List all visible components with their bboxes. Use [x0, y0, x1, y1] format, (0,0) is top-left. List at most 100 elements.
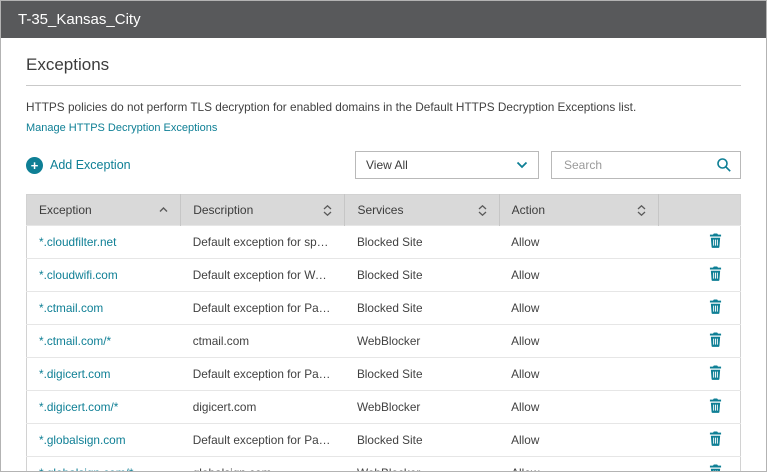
chevron-down-icon — [516, 161, 528, 169]
exception-link[interactable]: *.globalsign.com — [39, 433, 126, 447]
plus-circle-icon: + — [26, 156, 43, 174]
page: T-35_Kansas_City Exceptions HTTPS polici… — [0, 0, 767, 472]
description-cell: digicert.com — [180, 390, 345, 424]
trash-icon — [709, 464, 722, 471]
row-actions-cell — [658, 357, 741, 391]
action-cell: Allow — [499, 357, 659, 391]
services-cell: Blocked Site — [344, 291, 500, 325]
exception-cell: *.ctmail.com/* — [26, 324, 181, 358]
table-row: *.cloudwifi.com Default exception for Wat… — [26, 258, 741, 292]
add-exception-button[interactable]: + Add Exception — [26, 156, 131, 174]
column-header-description[interactable]: Description — [180, 194, 345, 226]
row-actions-cell — [658, 456, 741, 471]
exception-link[interactable]: *.cloudwifi.com — [39, 268, 118, 282]
exception-cell: *.globalsign.com/* — [26, 456, 181, 471]
delete-exception-button[interactable] — [709, 431, 722, 446]
column-header-actions-empty — [657, 194, 741, 226]
delete-exception-button[interactable] — [709, 233, 722, 248]
trash-icon — [709, 332, 722, 347]
trash-icon — [709, 365, 722, 380]
exception-cell: *.ctmail.com — [26, 291, 181, 325]
table-header-row: Exception Description Services Action — [26, 194, 741, 226]
description-cell: ctmail.com — [180, 324, 345, 358]
services-cell: WebBlocker — [344, 456, 500, 471]
exceptions-table: Exception Description Services Action *.… — [26, 194, 741, 471]
description-cell: Default exception for Wat... — [180, 258, 345, 292]
delete-exception-button[interactable] — [709, 266, 722, 281]
delete-exception-button[interactable] — [709, 332, 722, 347]
action-cell: Allow — [499, 225, 659, 259]
table-row: *.cloudfilter.net Default exception for s… — [26, 225, 741, 259]
description-cell: Default exception for Pan... — [180, 357, 345, 391]
exception-cell: *.cloudfilter.net — [26, 225, 181, 259]
trash-icon — [709, 233, 722, 248]
page-title: T-35_Kansas_City — [18, 11, 141, 28]
action-cell: Allow — [499, 258, 659, 292]
services-cell: Blocked Site — [344, 258, 500, 292]
sort-both-icon — [478, 204, 487, 216]
action-cell: Allow — [499, 456, 659, 471]
table-row: *.digicert.com Default exception for Pan.… — [26, 357, 741, 391]
action-cell: Allow — [499, 390, 659, 424]
exception-link[interactable]: *.ctmail.com — [39, 301, 103, 315]
exception-link[interactable]: *.digicert.com/* — [39, 400, 118, 414]
services-cell: Blocked Site — [344, 357, 500, 391]
delete-exception-button[interactable] — [709, 398, 722, 413]
manage-exceptions-link[interactable]: Manage HTTPS Decryption Exceptions — [26, 122, 217, 134]
delete-exception-button[interactable] — [709, 299, 722, 314]
content-area: Exceptions HTTPS policies do not perform… — [1, 55, 766, 471]
window-title-bar: T-35_Kansas_City — [1, 1, 766, 38]
services-cell: WebBlocker — [344, 390, 500, 424]
column-header-services[interactable]: Services — [344, 194, 500, 226]
table-row: *.globalsign.com Default exception for Pa… — [26, 423, 741, 457]
exception-link[interactable]: *.cloudfilter.net — [39, 235, 116, 249]
delete-exception-button[interactable] — [709, 365, 722, 380]
sort-both-icon — [637, 204, 646, 216]
row-actions-cell — [658, 225, 741, 259]
search-icon[interactable] — [716, 157, 732, 173]
delete-exception-button[interactable] — [709, 464, 722, 471]
row-actions-cell — [658, 324, 741, 358]
exception-cell: *.cloudwifi.com — [26, 258, 181, 292]
exception-link[interactable]: *.globalsign.com/* — [39, 466, 133, 471]
description-cell: Default exception for spa... — [180, 225, 345, 259]
exception-link[interactable]: *.digicert.com — [39, 367, 110, 381]
toolbar: + Add Exception View All — [26, 151, 741, 179]
add-exception-label: Add Exception — [50, 158, 131, 172]
services-cell: Blocked Site — [344, 423, 500, 457]
description-cell: globalsign.com — [180, 456, 345, 471]
action-cell: Allow — [499, 423, 659, 457]
row-actions-cell — [658, 423, 741, 457]
trash-icon — [709, 299, 722, 314]
column-header-exception[interactable]: Exception — [26, 194, 181, 226]
services-cell: WebBlocker — [344, 324, 500, 358]
table-row: *.globalsign.com/* globalsign.comWebBlock… — [26, 456, 741, 471]
action-cell: Allow — [499, 291, 659, 325]
exception-cell: *.digicert.com — [26, 357, 181, 391]
table-row: *.ctmail.com/* ctmail.com WebBlocker Allow — [26, 324, 741, 358]
sort-asc-icon — [159, 207, 168, 212]
trash-icon — [709, 398, 722, 413]
section-title: Exceptions — [26, 55, 741, 86]
trash-icon — [709, 266, 722, 281]
row-actions-cell — [658, 291, 741, 325]
exception-link[interactable]: *.ctmail.com/* — [39, 334, 111, 348]
description-text: HTTPS policies do not perform TLS decryp… — [26, 100, 637, 114]
description-cell: Default exception for Pan... — [180, 423, 345, 457]
view-filter-value: View All — [366, 158, 408, 172]
sort-both-icon — [323, 204, 332, 216]
search-box — [551, 151, 741, 179]
trash-icon — [709, 431, 722, 446]
exception-cell: *.digicert.com/* — [26, 390, 181, 424]
description-cell: Default exception for Pan... — [180, 291, 345, 325]
table-row: *.digicert.com/* digicert.com WebBlocker Al… — [26, 390, 741, 424]
exceptions-table-body: *.cloudfilter.net Default exception for s… — [26, 225, 741, 471]
search-input[interactable] — [562, 157, 716, 173]
action-cell: Allow — [499, 324, 659, 358]
view-filter-dropdown[interactable]: View All — [355, 151, 539, 179]
services-cell: Blocked Site — [344, 225, 500, 259]
row-actions-cell — [658, 258, 741, 292]
column-header-action[interactable]: Action — [498, 194, 659, 226]
row-actions-cell — [658, 390, 741, 424]
exception-cell: *.globalsign.com — [26, 423, 181, 457]
